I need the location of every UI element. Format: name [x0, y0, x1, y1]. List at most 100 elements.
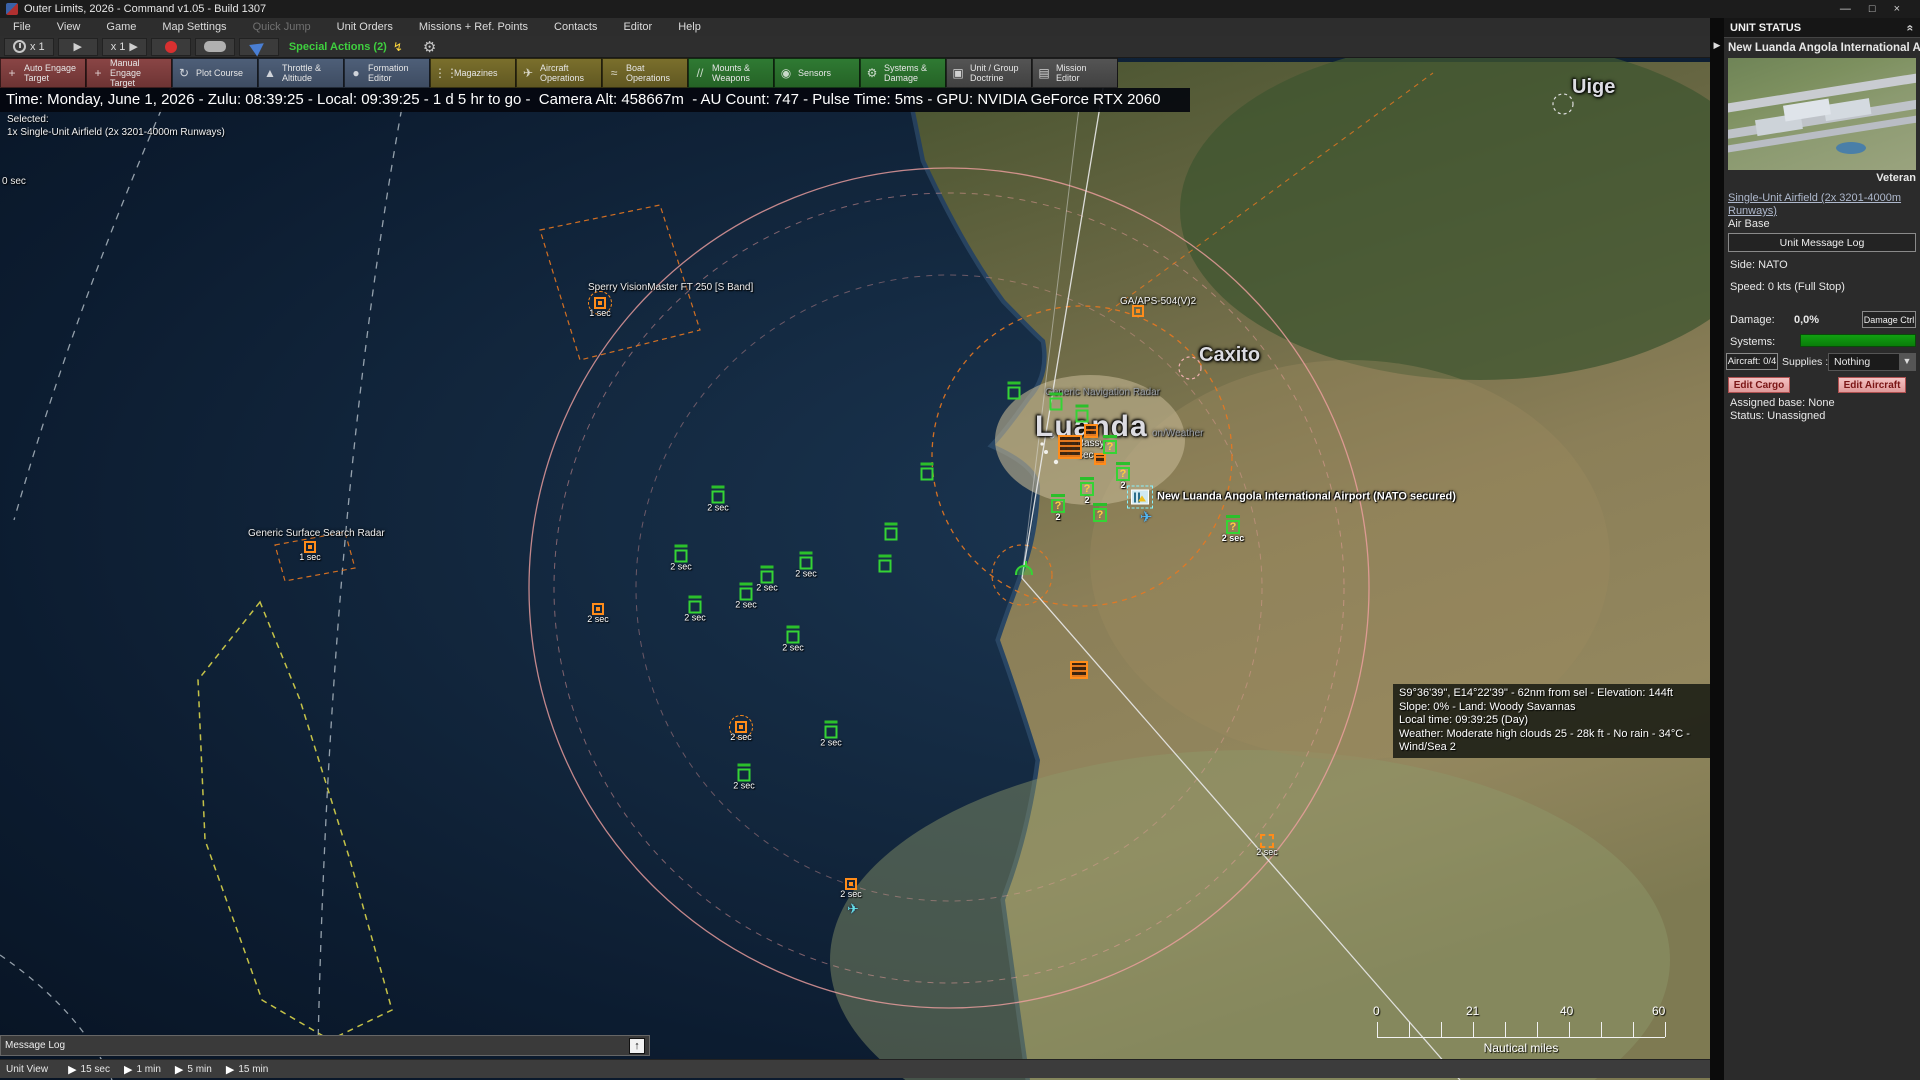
surface-contact-icon[interactable]: [885, 528, 898, 541]
aircraft-icon[interactable]: ✈: [1140, 508, 1153, 526]
surface-contact-icon[interactable]: 2 sec: [787, 631, 800, 644]
jump-button[interactable]: [239, 38, 279, 56]
record-button[interactable]: [151, 38, 191, 56]
facility-contact-icon[interactable]: [1070, 661, 1088, 679]
interval-1-min[interactable]: 1 min: [136, 1064, 160, 1075]
menu-item-file[interactable]: File: [0, 18, 44, 36]
toolbar-button-label: Sensors: [798, 68, 831, 78]
time-compression-toolbar: x 1 ▶ x 1 ▶ Special Actions (2) ↯ ⚙: [0, 36, 1710, 58]
aircraft-button[interactable]: Aircraft: 0/4: [1726, 353, 1778, 370]
expand-log-button[interactable]: ↑: [629, 1038, 645, 1054]
hostile-contact-icon[interactable]: 1 sec: [304, 541, 316, 553]
surface-contact-icon[interactable]: 2 sec: [740, 588, 753, 601]
unknown-contact-icon[interactable]: ?2: [1051, 499, 1065, 513]
play-interval-icon[interactable]: ▶: [68, 1063, 76, 1076]
menu-item-contacts[interactable]: Contacts: [541, 18, 610, 36]
play-interval-icon[interactable]: ▶: [124, 1063, 132, 1076]
toolbar-button-sensors[interactable]: ◉Sensors: [774, 58, 860, 88]
facility-contact-icon[interactable]: [1058, 435, 1082, 459]
facility-contact-icon[interactable]: [1084, 424, 1098, 438]
toolbar-button-unit-group-doctrine[interactable]: ▣Unit / GroupDoctrine: [946, 58, 1032, 88]
unknown-contact-icon[interactable]: ?2: [1116, 467, 1130, 481]
hostile-contact-icon[interactable]: 2 sec: [735, 721, 747, 733]
menu-item-quick-jump[interactable]: Quick Jump: [240, 18, 324, 36]
play-interval-icon[interactable]: ▶: [175, 1063, 183, 1076]
interval-15-min[interactable]: 15 min: [238, 1064, 268, 1075]
step-compression-button[interactable]: x 1 ▶: [102, 38, 147, 56]
throttle-altitude-icon: ▲: [262, 66, 278, 80]
contact-label: 2 sec: [820, 738, 842, 748]
toolbar-button-formation-editor[interactable]: ●FormationEditor: [344, 58, 430, 88]
toolbar-button-auto-engage-target[interactable]: +Auto EngageTarget: [0, 58, 86, 88]
surface-contact-icon[interactable]: 2 sec: [800, 557, 813, 570]
special-actions-button[interactable]: Special Actions (2): [289, 41, 387, 53]
surface-contact-icon[interactable]: [1050, 398, 1063, 411]
toolbar-button-mission-editor[interactable]: ▤MissionEditor: [1032, 58, 1118, 88]
hostile-contact-icon[interactable]: 2 sec: [592, 603, 604, 615]
surface-contact-icon[interactable]: 2 sec: [689, 601, 702, 614]
auto-engage-icon: +: [4, 66, 20, 80]
surface-contact-icon[interactable]: [1008, 387, 1021, 400]
minimize-button[interactable]: —: [1840, 3, 1851, 15]
toolbar-button-magazines[interactable]: ⋮⋮Magazines: [430, 58, 516, 88]
collapse-chevron-icon[interactable]: «: [1904, 24, 1918, 31]
experience-badge: Veteran: [1728, 172, 1916, 184]
surface-contact-icon[interactable]: 2 sec: [825, 726, 838, 739]
unknown-contact-icon[interactable]: ?2 sec: [1226, 520, 1240, 534]
play-interval-icon[interactable]: ▶: [226, 1063, 234, 1076]
run-button[interactable]: ▶: [58, 38, 98, 56]
message-log-bar[interactable]: Message Log ↑: [0, 1035, 650, 1056]
chevron-down-icon[interactable]: ▼: [1899, 354, 1915, 370]
toolbar-button-throttle-altitude[interactable]: ▲Throttle &Altitude: [258, 58, 344, 88]
toolbar-button-plot-course[interactable]: ↻Plot Course: [172, 58, 258, 88]
menu-item-missions-ref-points[interactable]: Missions + Ref. Points: [406, 18, 541, 36]
unknown-hostile-contact-icon[interactable]: 2 sec: [1260, 834, 1274, 848]
supplies-select[interactable]: Nothing ▼: [1828, 353, 1916, 371]
aircraft-contact-icon[interactable]: ✈: [847, 901, 859, 918]
simulation-status-line: Time: Monday, June 1, 2026 - Zulu: 08:39…: [0, 88, 1190, 112]
unknown-contact-icon[interactable]: ?2: [1080, 482, 1094, 496]
unknown-contact-icon[interactable]: ?: [1103, 440, 1117, 454]
surface-contact-icon[interactable]: 2 sec: [712, 491, 725, 504]
scale-baseline: [1377, 1037, 1665, 1038]
toolbar-button-systems-damage[interactable]: ⚙Systems &Damage: [860, 58, 946, 88]
surface-contact-icon[interactable]: [1076, 410, 1089, 423]
hostile-contact-icon[interactable]: 2 sec: [845, 878, 857, 890]
selected-airbase-icon[interactable]: New Luanda Angola International Airport …: [1131, 490, 1149, 505]
unit-message-log-button[interactable]: Unit Message Log: [1728, 233, 1916, 252]
surface-contact-icon[interactable]: 2 sec: [738, 769, 751, 782]
hostile-contact-icon[interactable]: [1132, 305, 1144, 317]
menu-item-map-settings[interactable]: Map Settings: [149, 18, 239, 36]
time-compression-button[interactable]: x 1: [4, 38, 54, 56]
panel-collapse-strip[interactable]: ▶: [1710, 18, 1724, 1080]
maximize-button[interactable]: □: [1869, 3, 1876, 15]
surface-contact-icon[interactable]: [921, 468, 934, 481]
toolbar-button-manual-engage-target[interactable]: +ManualEngage Target: [86, 58, 172, 88]
menu-item-help[interactable]: Help: [665, 18, 714, 36]
menu-item-game[interactable]: Game: [93, 18, 149, 36]
toolbar-button-mounts-weapons[interactable]: //Mounts &Weapons: [688, 58, 774, 88]
unknown-contact-icon[interactable]: ?: [1093, 508, 1107, 522]
damage-ctrl-button[interactable]: Damage Ctrl: [1862, 311, 1916, 328]
close-button[interactable]: ×: [1894, 3, 1900, 15]
menu-item-editor[interactable]: Editor: [610, 18, 665, 36]
edit-cargo-button[interactable]: Edit Cargo: [1728, 377, 1790, 393]
facility-contact-icon[interactable]: [1094, 453, 1106, 465]
interval-5-min[interactable]: 5 min: [187, 1064, 211, 1075]
surface-contact-icon[interactable]: 2 sec: [761, 571, 774, 584]
erase-button[interactable]: [195, 38, 235, 56]
unit-class-link[interactable]: Single-Unit Airfield (2x 3201-4000m Runw…: [1728, 192, 1916, 218]
map-viewport[interactable]: 1 sec1 sec2 sec2 sec2 sec2 sec2 sec2 sec…: [0, 58, 1710, 1080]
menu-item-unit-orders[interactable]: Unit Orders: [324, 18, 406, 36]
hostile-contact-icon[interactable]: 1 sec: [594, 297, 606, 309]
interval-15-sec[interactable]: 15 sec: [81, 1064, 110, 1075]
gear-icon[interactable]: ⚙: [423, 38, 436, 56]
surface-contact-icon[interactable]: [879, 560, 892, 573]
toolbar-button-aircraft-operations[interactable]: ✈AircraftOperations: [516, 58, 602, 88]
scale-caption: Nautical miles: [1371, 1041, 1671, 1055]
panel-collapse-arrow-icon[interactable]: ▶: [1710, 40, 1724, 51]
toolbar-button-boat-operations[interactable]: ≈BoatOperations: [602, 58, 688, 88]
surface-contact-icon[interactable]: 2 sec: [675, 550, 688, 563]
edit-aircraft-button[interactable]: Edit Aircraft: [1838, 377, 1906, 393]
menu-item-view[interactable]: View: [44, 18, 94, 36]
